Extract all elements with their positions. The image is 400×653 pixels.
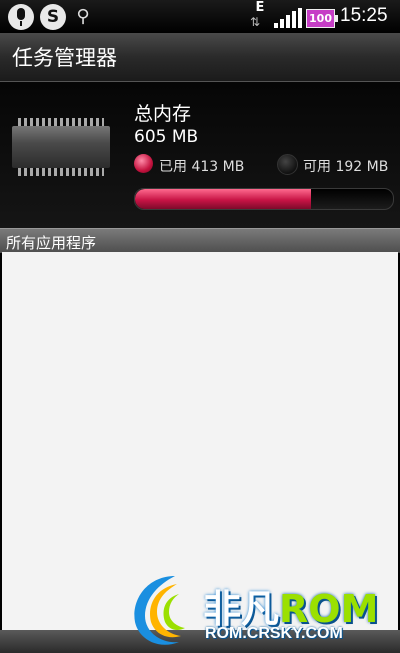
free-memory-label: 可用 192 MB xyxy=(303,159,389,175)
all-apps-header-label: 所有应用程序 xyxy=(6,234,97,252)
signal-icon xyxy=(274,8,302,28)
memory-chip-icon xyxy=(12,118,110,176)
page-title: 任务管理器 xyxy=(12,46,117,70)
memory-usage-bar xyxy=(134,188,394,210)
watermark-logo-icon xyxy=(134,576,185,645)
data-activity-icon: ⇅ xyxy=(250,15,261,29)
memory-usage-bar-fill xyxy=(135,189,312,209)
total-memory-value: 605 MB xyxy=(134,127,199,147)
used-memory-dot-icon xyxy=(134,154,153,173)
microphone-icon[interactable] xyxy=(8,4,34,30)
battery-icon: 100 xyxy=(306,9,338,28)
total-memory-heading: 总内存 xyxy=(134,103,192,125)
watermark: 非凡ROM ROM.CRSKY.COM xyxy=(125,570,400,653)
status-bar: S ⚲ E ⇅ 100 15:25 xyxy=(0,0,400,33)
free-memory-dot-icon xyxy=(277,154,298,175)
status-clock: 15:25 xyxy=(340,5,388,26)
network-type-indicator: E xyxy=(255,0,265,15)
watermark-url: ROM.CRSKY.COM xyxy=(205,625,343,642)
s-app-icon[interactable]: S xyxy=(40,4,66,30)
list-section-header: 所有应用程序 xyxy=(0,228,400,253)
usb-icon[interactable]: ⚲ xyxy=(72,4,94,30)
app-title-bar: 任务管理器 xyxy=(0,33,400,82)
used-memory-label: 已用 413 MB xyxy=(159,159,245,175)
